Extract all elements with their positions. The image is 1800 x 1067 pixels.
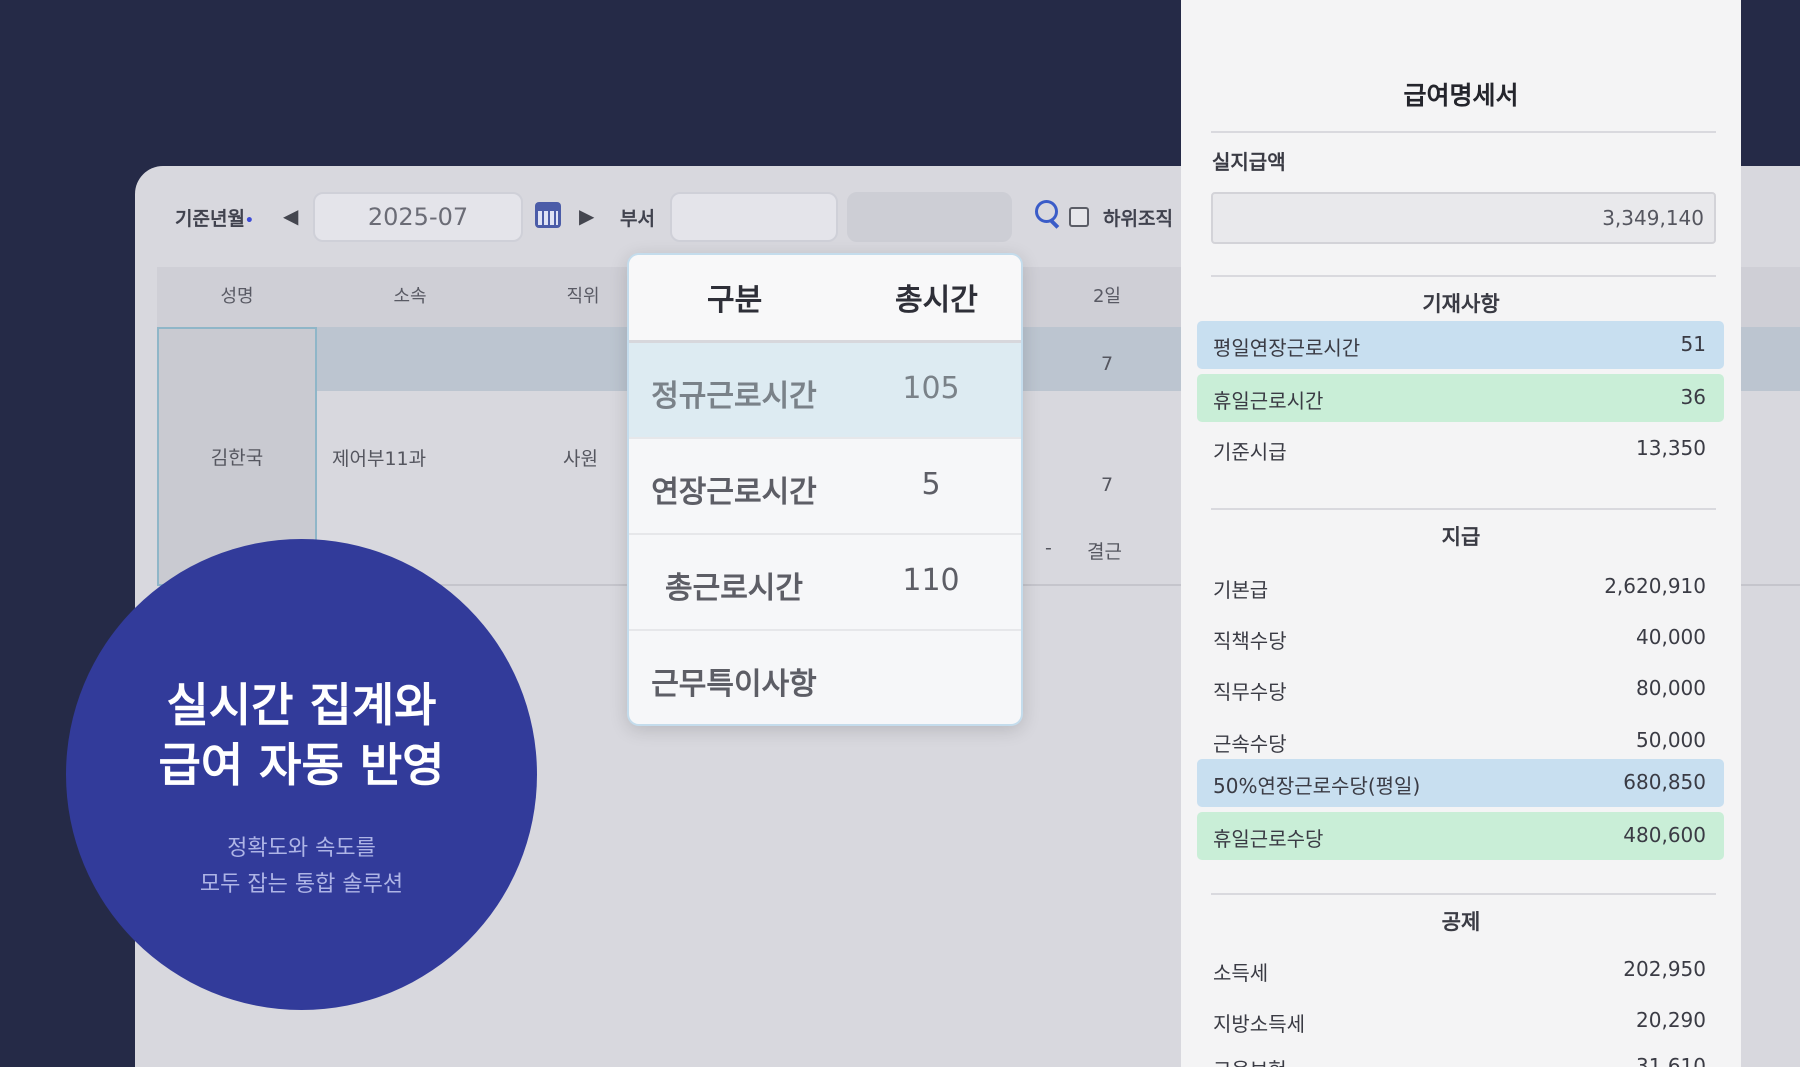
row-label: 휴일근로수당 [1213,827,1324,851]
header-dept: 소속 [393,286,427,307]
badge-sub-line1: 정확도와 속도를 [227,836,376,861]
day2-cell-3: 결근 [1087,541,1122,563]
sub-org-label: 하위조직 [1103,208,1173,230]
row-label: 기준시급 [1213,440,1287,464]
row-value: 50,000 [1636,728,1706,752]
pay-row: 기본급 2,620,910 [1197,563,1724,611]
net-pay-field: 3,349,140 [1211,192,1716,244]
search-icon[interactable] [1033,198,1063,232]
next-month-button[interactable]: ▶ [579,204,594,228]
payslip-panel: 급여명세서 실지급액 3,349,140 기재사항 평일연장근로시간 51 휴일근… [1181,0,1741,1067]
popup-row-value: 105 [902,371,960,406]
row-value: 80,000 [1636,676,1706,700]
notes-row: 기준시급 13,350 [1197,425,1724,473]
row-value: 20,290 [1636,1008,1706,1032]
row-label: 휴일근로시간 [1213,389,1324,413]
dept-cell: 제어부11과 [332,448,427,470]
popup-header: 구분 총시간 [629,255,1021,343]
dept-label: 부서 [620,208,655,230]
pay-row: 직책수당 40,000 [1197,614,1724,662]
row-value: 31,610 [1636,1054,1706,1067]
row-label: 소득세 [1213,961,1269,985]
work-hours-popup: 구분 총시간 정규근로시간 105 연장근로시간 5 총근로시간 110 근무특… [627,253,1023,726]
pay-row: 휴일근로수당 480,600 [1197,812,1724,860]
deduct-row: 소득세 202,950 [1197,946,1724,994]
day2-cell-2: 7 [1101,474,1114,496]
day2-cell-1: 7 [1101,353,1114,375]
badge-title-line2: 급여 자동 반영 [158,738,445,792]
calendar-icon[interactable] [535,202,561,228]
pay-row: 직무수당 80,000 [1197,665,1724,713]
popup-row-label: 정규근로시간 [651,379,817,414]
badge-title: 실시간 집계와 급여 자동 반영 [66,675,537,795]
popup-row-value: 5 [921,467,941,502]
pay-section-title: 지급 [1441,525,1481,549]
popup-row-regular[interactable]: 정규근로시간 105 [629,343,1021,439]
popup-row-value: 110 [902,563,960,598]
net-pay-label: 실지급액 [1212,150,1286,174]
pay-row: 50%연장근로수당(평일) 680,850 [1197,759,1724,807]
row-label: 기본급 [1213,578,1269,602]
divider [1211,893,1716,895]
payslip-title: 급여명세서 [1403,81,1519,110]
pay-row: 근속수당 50,000 [1197,717,1724,765]
row-value: 480,600 [1623,823,1706,847]
row-label: 지방소득세 [1213,1012,1305,1036]
popup-row-overtime[interactable]: 연장근로시간 5 [629,439,1021,535]
badge-sub-line2: 모두 잡는 통합 솔루션 [199,872,404,897]
badge-title-line1: 실시간 집계와 [166,678,437,732]
popup-row-notes[interactable]: 근무특이사항 [629,631,1021,724]
popup-row-label: 근무특이사항 [651,667,817,702]
notes-row: 휴일근로시간 36 [1197,374,1724,422]
dash-cell: - [1045,537,1052,559]
popup-row-label: 총근로시간 [665,571,803,606]
row-value: 2,620,910 [1604,574,1706,598]
month-input[interactable]: 2025-07 [313,192,523,242]
row-value: 36 [1680,385,1706,409]
row-value: 680,850 [1623,770,1706,794]
prev-month-button[interactable]: ◀ [283,204,298,228]
popup-col-category: 구분 [707,283,763,318]
header-name: 성명 [220,286,254,307]
deduct-row: 지방소득세 20,290 [1197,997,1724,1045]
position-cell: 사원 [563,448,598,470]
row-value: 40,000 [1636,625,1706,649]
deduct-section-title: 공제 [1441,910,1481,934]
row-label: 직책수당 [1213,629,1287,653]
notes-row: 평일연장근로시간 51 [1197,321,1724,369]
dept-name-field [847,192,1012,242]
row-label: 50%연장근로수당(평일) [1213,774,1421,798]
popup-row-total[interactable]: 총근로시간 110 [629,535,1021,631]
header-day2: 2일 [1092,286,1121,307]
badge-subtitle: 정확도와 속도를 모두 잡는 통합 솔루션 [66,831,537,903]
row-label: 직무수당 [1213,680,1287,704]
deduct-row: 고용보험 31,610 [1197,1043,1724,1067]
popup-row-label: 연장근로시간 [651,475,817,510]
row-label: 고용보험 [1213,1054,1287,1067]
feature-badge: 실시간 집계와 급여 자동 반영 정확도와 속도를 모두 잡는 통합 솔루션 [66,539,537,1010]
divider [1211,275,1716,277]
row-label: 근속수당 [1213,732,1287,756]
popup-col-total: 총시간 [895,283,978,318]
notes-section-title: 기재사항 [1422,292,1500,316]
divider [1211,508,1716,510]
dept-input[interactable] [670,192,838,242]
row-value: 202,950 [1623,957,1706,981]
sub-org-checkbox[interactable] [1069,207,1089,227]
row-label: 평일연장근로시간 [1213,336,1361,360]
row-value: 51 [1680,332,1706,356]
divider [1211,131,1716,133]
row-value: 13,350 [1636,436,1706,460]
month-label: 기준년월• [175,208,254,230]
